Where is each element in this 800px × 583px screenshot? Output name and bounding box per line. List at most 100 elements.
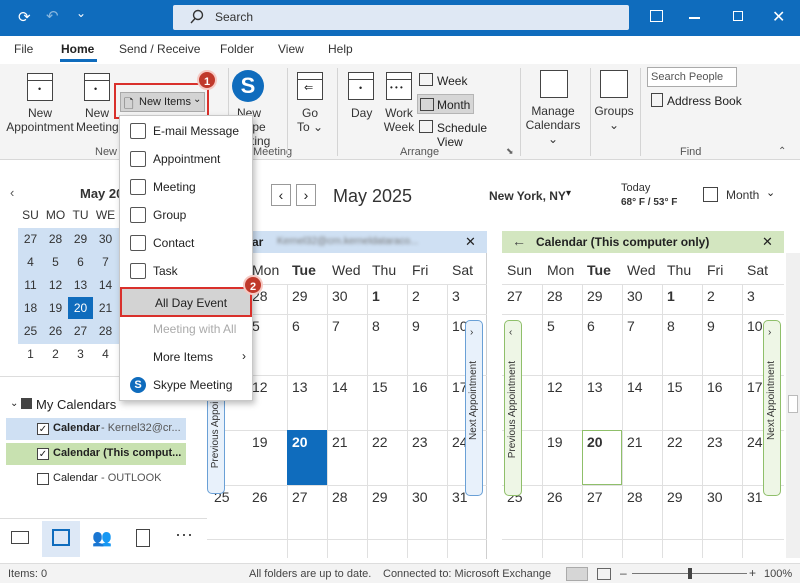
tab-file[interactable]: File	[14, 42, 33, 56]
mini-day[interactable]: 2	[43, 343, 68, 365]
date-cell[interactable]: 2	[412, 288, 420, 304]
calendar-folder-item[interactable]: ✓ Calendar (This comput...	[6, 443, 186, 465]
mini-day[interactable]: 13	[68, 274, 93, 296]
date-cell[interactable]: 15	[372, 379, 388, 395]
date-cell[interactable]: 9	[707, 318, 715, 334]
new-items-button[interactable]: 🗋 New Items ⌄	[120, 92, 205, 112]
undo-icon[interactable]: ↶	[46, 7, 59, 25]
day-view-button[interactable]: Day	[351, 106, 372, 120]
folder-checkbox[interactable]: ✓	[37, 423, 49, 435]
manage-calendars-button[interactable]: Manage Calendars ⌄	[521, 104, 585, 146]
date-cell[interactable]: 30	[412, 489, 428, 505]
date-cell[interactable]: 5	[547, 318, 555, 334]
normal-view-icon[interactable]	[566, 567, 588, 581]
date-cell[interactable]: 21	[332, 434, 348, 450]
date-cell[interactable]: 16	[707, 379, 723, 395]
date-cell[interactable]: 13	[587, 379, 603, 395]
zoom-out-icon[interactable]: –	[620, 566, 627, 580]
tasks-icon[interactable]	[136, 529, 150, 547]
tab-send-receive[interactable]: Send / Receive	[119, 42, 200, 56]
date-cell[interactable]: 3	[747, 288, 755, 304]
mini-day[interactable]: 3	[68, 343, 93, 365]
date-cell[interactable]: 17	[747, 379, 763, 395]
back-arrow-icon[interactable]: ←	[512, 233, 526, 249]
date-cell[interactable]: 1	[372, 288, 380, 304]
collapse-ribbon-icon[interactable]: ⌃	[778, 146, 786, 157]
mini-day[interactable]: 4	[93, 343, 118, 365]
date-cell[interactable]: 20	[292, 434, 308, 450]
tab-view[interactable]: View	[278, 42, 304, 56]
mini-day[interactable]: 27	[68, 320, 93, 342]
mini-day[interactable]: 26	[43, 320, 68, 342]
tab-folder[interactable]: Folder	[220, 42, 254, 56]
date-cell[interactable]: 26	[252, 489, 268, 505]
mini-day[interactable]: 25	[18, 320, 43, 342]
mini-day[interactable]: 11	[18, 274, 43, 296]
month-view-button[interactable]: Month	[417, 94, 474, 114]
date-cell[interactable]: 6	[587, 318, 595, 334]
address-book-button[interactable]: Address Book	[651, 92, 761, 110]
date-cell[interactable]: 14	[332, 379, 348, 395]
location-chevron-icon[interactable]: ▾	[566, 188, 571, 199]
date-cell[interactable]: 23	[412, 434, 428, 450]
mini-day[interactable]: 1	[18, 343, 43, 365]
date-cell[interactable]: 29	[292, 288, 308, 304]
scrollbar-thumb[interactable]	[788, 395, 798, 413]
calendar-folder-item[interactable]: Calendar - OUTLOOK	[6, 468, 186, 490]
view-selector[interactable]: Month	[726, 188, 759, 202]
view-chevron-icon[interactable]: ⌄	[766, 186, 775, 199]
date-cell[interactable]: 30	[627, 288, 643, 304]
date-cell[interactable]: 29	[667, 489, 683, 505]
calendar-1-close-icon[interactable]: ✕	[465, 234, 476, 250]
more-apps-icon[interactable]: ⋯	[175, 525, 193, 546]
date-cell[interactable]: 10	[747, 318, 763, 334]
date-cell[interactable]: 5	[252, 318, 260, 334]
mini-prev-icon[interactable]: ‹	[10, 185, 14, 200]
date-cell[interactable]: 28	[332, 489, 348, 505]
sync-icon[interactable]: ⟳	[18, 8, 31, 26]
prev-month-button[interactable]: ‹	[271, 184, 291, 206]
mini-day[interactable]: 7	[93, 251, 118, 273]
date-cell[interactable]: 28	[547, 288, 563, 304]
tab-help[interactable]: Help	[328, 42, 353, 56]
menu-item-contact[interactable]: Contact	[120, 230, 252, 256]
date-cell[interactable]: 30	[707, 489, 723, 505]
mini-day[interactable]: 18	[18, 297, 43, 319]
date-cell[interactable]: 16	[412, 379, 428, 395]
date-cell[interactable]: 28	[627, 489, 643, 505]
date-cell[interactable]: 31	[747, 489, 763, 505]
date-cell[interactable]: 2	[707, 288, 715, 304]
goto-button[interactable]: Go To ⌄	[290, 106, 330, 134]
calendar-nav-icon[interactable]	[52, 529, 70, 546]
search-input[interactable]: Search	[173, 5, 629, 30]
calendar-2-next-appointment[interactable]: Next Appointment ›	[763, 320, 781, 496]
ribbon-display-icon[interactable]	[650, 10, 663, 22]
date-cell[interactable]: 26	[547, 489, 563, 505]
date-cell[interactable]: 12	[252, 379, 268, 395]
minimize-icon[interactable]	[689, 17, 700, 19]
calendar-folder-item[interactable]: ✓ Calendar - Kernel32@cr...	[6, 418, 186, 440]
date-cell[interactable]: 7	[332, 318, 340, 334]
date-cell[interactable]: 15	[667, 379, 683, 395]
calendar-1-next-appointment[interactable]: Next Appointment ›	[465, 320, 483, 496]
date-cell[interactable]: 29	[587, 288, 603, 304]
skype-icon[interactable]: S	[232, 70, 264, 102]
calendar-2-prev-appointment[interactable]: Previous Appointment ‹	[504, 320, 522, 496]
mini-day[interactable]: 30	[93, 228, 118, 250]
date-cell[interactable]: 22	[372, 434, 388, 450]
mini-day[interactable]: 28	[93, 320, 118, 342]
new-appointment-button[interactable]: • New Appointment	[4, 70, 76, 142]
date-cell[interactable]: 12	[547, 379, 563, 395]
people-icon[interactable]: 👥	[92, 528, 112, 548]
date-cell[interactable]: 27	[507, 288, 523, 304]
mail-icon[interactable]	[11, 531, 29, 544]
search-people-input[interactable]: Search People	[647, 67, 737, 87]
mini-day[interactable]: 19	[43, 297, 68, 319]
quick-access-chevron-icon[interactable]: ⌄	[76, 6, 86, 20]
date-cell[interactable]: 13	[292, 379, 308, 395]
date-cell[interactable]: 27	[292, 489, 308, 505]
week-view-button[interactable]: Week	[419, 72, 477, 90]
menu-item-skype-meeting[interactable]: S Skype Meeting	[120, 372, 252, 398]
mini-day[interactable]: 12	[43, 274, 68, 296]
work-week-button[interactable]: Work Week	[380, 106, 418, 134]
